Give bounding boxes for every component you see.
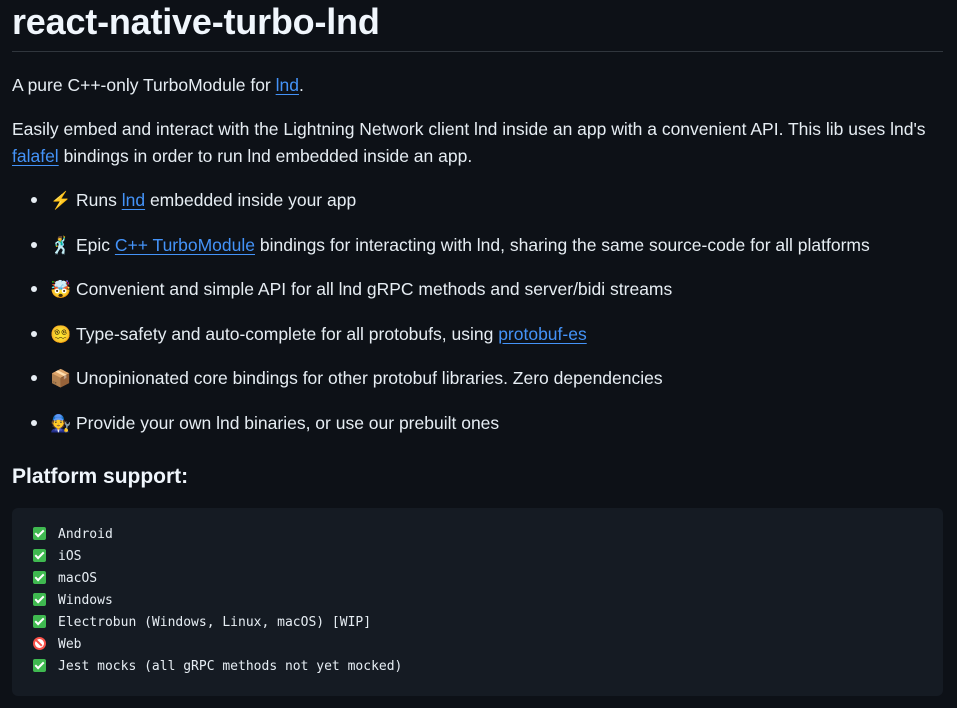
bullet-dot — [31, 375, 37, 381]
platform-name: Web — [58, 637, 82, 652]
check-mark-icon — [33, 571, 46, 584]
readme-content: react-native-turbo-lnd A pure C++-only T… — [12, 0, 943, 696]
protobuf-es-link[interactable]: protobuf-es — [498, 324, 587, 344]
bullet-dot — [31, 241, 37, 248]
bullet-dot — [31, 419, 37, 426]
bullet-dot — [31, 330, 37, 337]
falafel-link[interactable]: falafel — [12, 146, 59, 166]
platform-code-block: Android iOS macOS Windows Electrobun (Wi… — [12, 508, 943, 696]
title-divider — [12, 51, 943, 52]
feature-text-after: bindings for interacting with lnd, shari… — [255, 234, 870, 255]
mind-blown-icon: 🤯 — [50, 280, 72, 299]
platform-line: Jest mocks (all gRPC methods not yet moc… — [33, 656, 402, 678]
platform-name: iOS — [58, 549, 82, 564]
page-title: react-native-turbo-lnd — [12, 1, 380, 42]
intro-text: A pure C++-only TurboModule for — [12, 75, 276, 95]
feature-text: Type-safety and auto-complete for all pr… — [76, 323, 499, 344]
check-mark-icon — [33, 527, 46, 540]
turbomodule-link[interactable]: C++ TurboModule — [115, 235, 255, 255]
description-paragraph: Easily embed and interact with the Light… — [12, 116, 943, 170]
lnd-link[interactable]: lnd — [276, 75, 299, 95]
platform-name: Android — [58, 527, 113, 542]
platform-support-heading: Platform support: — [12, 465, 189, 488]
feature-text: Convenient and simple API for all lnd gR… — [76, 279, 673, 299]
feature-lnd-link[interactable]: lnd — [122, 190, 145, 210]
platform-line: Windows — [33, 590, 113, 612]
platform-line: iOS — [33, 546, 81, 568]
platform-name: macOS — [58, 571, 98, 586]
platform-line: Electrobun (Windows, Linux, macOS) [WIP] — [33, 612, 371, 634]
lightning-icon: ⚡ — [50, 191, 72, 210]
package-icon: 📦 — [50, 369, 72, 388]
check-mark-icon — [33, 659, 46, 672]
platform-line: Web — [33, 634, 81, 656]
feature-text-after: embedded inside your app — [145, 190, 357, 210]
platform-name: Jest mocks (all gRPC methods not yet moc… — [58, 659, 403, 674]
intro-suffix: . — [298, 75, 304, 95]
feature-text: Epic — [76, 234, 115, 255]
feature-text: Runs — [76, 190, 122, 210]
feature-item: 🕺 Epic C++ TurboModule bindings for inter… — [12, 231, 943, 276]
dizzy-face-icon: 😵‍💫 — [50, 324, 72, 344]
feature-item: 😵‍💫 Type-safety and auto-complete for all… — [12, 320, 943, 365]
intro-paragraph: A pure C++-only TurboModule for lnd. — [12, 72, 304, 99]
feature-item: 🤯 Convenient and simple API for all lnd g… — [12, 275, 943, 320]
dancer-icon: 🕺 — [50, 235, 72, 255]
feature-list: ⚡ Runs lnd embedded inside your app 🕺 Epic… — [12, 186, 943, 453]
bullet-dot — [31, 197, 37, 203]
mechanic-icon: 🧑‍🔧 — [50, 413, 72, 433]
check-mark-icon — [33, 615, 46, 628]
check-mark-icon — [33, 593, 46, 606]
check-mark-icon — [33, 549, 46, 562]
description-text-1: Easily embed and interact with the Light… — [12, 119, 926, 139]
platform-line: macOS — [33, 568, 97, 590]
platform-name: Windows — [58, 593, 113, 608]
feature-text: Provide your own lnd binaries, or use ou… — [76, 412, 500, 433]
description-text-2: bindings in order to run lnd embedded in… — [58, 146, 473, 166]
bullet-dot — [31, 286, 37, 292]
no-entry-icon — [33, 637, 46, 650]
platform-name: Electrobun (Windows, Linux, macOS) [WIP] — [58, 615, 372, 630]
feature-text: Unopinionated core bindings for other pr… — [76, 368, 663, 388]
feature-item: ⚡ Runs lnd embedded inside your app — [12, 186, 943, 231]
feature-item: 📦 Unopinionated core bindings for other p… — [12, 364, 943, 409]
platform-line: Android — [33, 524, 113, 546]
feature-item: 🧑‍🔧 Provide your own lnd binaries, or use… — [12, 409, 943, 454]
